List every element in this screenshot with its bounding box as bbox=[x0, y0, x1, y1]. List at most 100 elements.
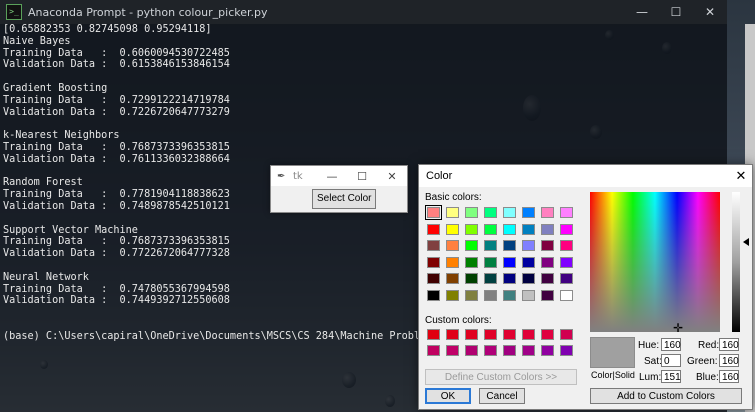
custom-color-swatch[interactable] bbox=[522, 345, 535, 356]
tk-window[interactable]: ✒ tk — ☐ ✕ Select Color bbox=[270, 165, 408, 213]
add-to-custom-colors-button[interactable]: Add to Custom Colors bbox=[590, 388, 742, 404]
basic-color-swatch[interactable] bbox=[484, 207, 497, 218]
basic-color-swatch[interactable] bbox=[560, 207, 573, 218]
crosshair-icon: ✛ bbox=[673, 321, 684, 335]
basic-color-swatch[interactable] bbox=[522, 240, 535, 251]
basic-color-swatch[interactable] bbox=[425, 205, 442, 220]
custom-color-swatch[interactable] bbox=[484, 345, 497, 356]
maximize-button[interactable]: ☐ bbox=[659, 5, 693, 19]
custom-color-swatch[interactable] bbox=[541, 345, 554, 356]
console-line: Naive Bayes bbox=[3, 35, 71, 47]
green-field[interactable]: 160 bbox=[719, 354, 739, 367]
basic-color-swatch[interactable] bbox=[560, 289, 573, 301]
tk-close-button[interactable]: ✕ bbox=[377, 170, 407, 183]
custom-color-swatch[interactable] bbox=[541, 329, 554, 340]
lum-field[interactable]: 151 bbox=[661, 370, 681, 383]
custom-color-swatch[interactable] bbox=[465, 345, 478, 356]
lum-label: Lum: bbox=[639, 372, 662, 383]
hue-label: Hue: bbox=[638, 340, 660, 351]
color-spectrum[interactable] bbox=[590, 192, 720, 332]
feather-icon: ✒ bbox=[277, 170, 286, 182]
define-custom-colors-button[interactable]: Define Custom Colors >> bbox=[425, 369, 577, 385]
custom-color-swatch[interactable] bbox=[560, 329, 573, 340]
basic-color-swatch[interactable] bbox=[541, 207, 554, 218]
custom-color-swatch[interactable] bbox=[465, 329, 478, 340]
cancel-button[interactable]: Cancel bbox=[479, 388, 525, 404]
basic-color-swatch[interactable] bbox=[484, 256, 497, 268]
basic-color-swatch[interactable] bbox=[503, 207, 516, 218]
basic-color-swatch[interactable] bbox=[465, 273, 478, 284]
console-line: Training Data : 0.6060094530722485 bbox=[3, 47, 230, 59]
basic-color-swatch[interactable] bbox=[446, 256, 459, 268]
basic-color-swatch[interactable] bbox=[560, 240, 573, 251]
basic-color-swatch[interactable] bbox=[522, 223, 535, 235]
custom-color-swatch[interactable] bbox=[560, 345, 573, 356]
custom-color-swatch[interactable] bbox=[503, 329, 516, 340]
basic-color-swatch[interactable] bbox=[484, 289, 497, 301]
minimize-button[interactable]: — bbox=[625, 5, 659, 19]
basic-color-swatch[interactable] bbox=[484, 240, 497, 251]
tk-titlebar[interactable]: ✒ tk — ☐ ✕ bbox=[271, 166, 407, 186]
basic-color-swatch[interactable] bbox=[427, 223, 440, 235]
custom-color-swatch[interactable] bbox=[484, 329, 497, 340]
color-dialog-close-button[interactable]: ✕ bbox=[730, 168, 752, 184]
basic-color-swatch[interactable] bbox=[446, 223, 459, 235]
tk-minimize-button[interactable]: — bbox=[317, 170, 347, 183]
basic-color-swatch[interactable] bbox=[522, 207, 535, 218]
basic-color-swatch[interactable] bbox=[484, 223, 497, 235]
basic-color-swatch[interactable] bbox=[484, 273, 497, 284]
ok-button[interactable]: OK bbox=[425, 388, 471, 404]
basic-color-swatch[interactable] bbox=[503, 273, 516, 284]
basic-color-swatch[interactable] bbox=[560, 273, 573, 284]
custom-color-swatch[interactable] bbox=[427, 345, 440, 356]
basic-color-swatch[interactable] bbox=[541, 256, 554, 268]
basic-color-swatch[interactable] bbox=[446, 207, 459, 218]
basic-color-swatch[interactable] bbox=[446, 273, 459, 284]
custom-color-swatch[interactable] bbox=[427, 329, 440, 340]
console-line: Gradient Boosting bbox=[3, 82, 108, 94]
color-dialog-titlebar[interactable]: Color ✕ bbox=[419, 165, 752, 187]
basic-color-swatch[interactable] bbox=[427, 256, 440, 268]
basic-color-swatch[interactable] bbox=[503, 223, 516, 235]
console-line: Training Data : 0.7299122214719784 bbox=[3, 94, 230, 106]
basic-color-swatch[interactable] bbox=[465, 256, 478, 268]
basic-color-swatch[interactable] bbox=[522, 256, 535, 268]
basic-color-swatch[interactable] bbox=[427, 240, 440, 251]
hue-field[interactable]: 160 bbox=[661, 338, 681, 351]
basic-color-swatch[interactable] bbox=[503, 289, 516, 301]
basic-color-swatch[interactable] bbox=[522, 273, 535, 284]
basic-color-swatch[interactable] bbox=[465, 240, 478, 251]
custom-color-swatch[interactable] bbox=[446, 345, 459, 356]
basic-color-swatch[interactable] bbox=[541, 273, 554, 284]
basic-color-swatch[interactable] bbox=[541, 240, 554, 251]
basic-color-swatch[interactable] bbox=[446, 240, 459, 251]
basic-color-swatch[interactable] bbox=[560, 223, 573, 235]
basic-color-swatch[interactable] bbox=[446, 289, 459, 301]
console-line: Validation Data : 0.7226720647773279 bbox=[3, 106, 230, 118]
basic-color-swatch[interactable] bbox=[541, 289, 554, 301]
basic-color-swatch[interactable] bbox=[503, 240, 516, 251]
select-color-button[interactable]: Select Color bbox=[312, 189, 377, 209]
basic-color-swatch[interactable] bbox=[541, 223, 554, 235]
basic-color-swatch[interactable] bbox=[560, 256, 573, 268]
color-dialog[interactable]: Color ✕ Basic colors: Custom colors: Def… bbox=[418, 164, 753, 410]
basic-color-swatch[interactable] bbox=[427, 289, 440, 301]
basic-color-swatch[interactable] bbox=[465, 223, 478, 235]
basic-color-swatch[interactable] bbox=[465, 289, 478, 301]
blue-field[interactable]: 160 bbox=[719, 370, 739, 383]
custom-color-swatch[interactable] bbox=[522, 329, 535, 340]
basic-color-swatch[interactable] bbox=[503, 256, 516, 268]
sat-field[interactable]: 0 bbox=[661, 354, 681, 367]
custom-color-swatch[interactable] bbox=[446, 329, 459, 340]
tk-maximize-button[interactable]: ☐ bbox=[347, 170, 377, 183]
console-titlebar[interactable]: >_ Anaconda Prompt - python colour_picke… bbox=[0, 0, 727, 24]
basic-color-swatch[interactable] bbox=[427, 273, 440, 284]
red-field[interactable]: 160 bbox=[719, 338, 739, 351]
close-button[interactable]: ✕ bbox=[693, 5, 727, 19]
custom-color-swatch[interactable] bbox=[503, 345, 516, 356]
luminosity-slider[interactable] bbox=[732, 192, 740, 332]
basic-color-swatch[interactable] bbox=[465, 207, 478, 218]
slider-arrow-icon[interactable] bbox=[743, 238, 749, 246]
basic-color-swatch[interactable] bbox=[522, 289, 535, 301]
